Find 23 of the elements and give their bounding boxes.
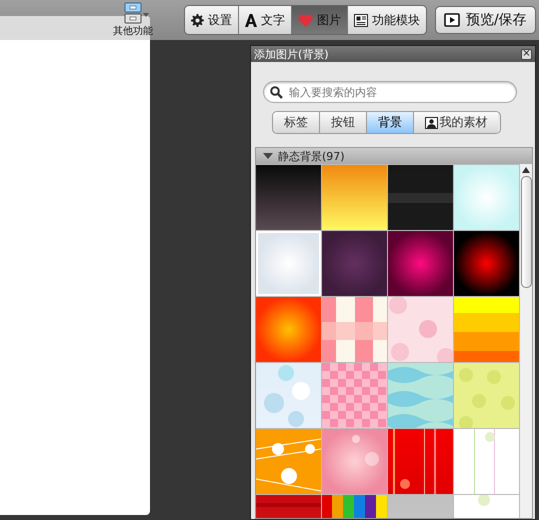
preview-save-button[interactable]: 预览/保存	[435, 6, 536, 34]
other-functions-button[interactable]: 其他功能	[108, 2, 158, 38]
category-tab[interactable]: 我的素材	[414, 112, 498, 133]
scrollbar[interactable]	[519, 164, 532, 518]
scroll-up-icon[interactable]	[522, 167, 530, 173]
toolbar-tab[interactable]: 文字	[239, 6, 292, 34]
layout-icon	[354, 14, 368, 26]
drawers-icon	[124, 2, 150, 24]
category-tab[interactable]: 按钮	[320, 112, 367, 133]
close-button[interactable]: ×	[521, 48, 532, 60]
heart-icon	[298, 14, 313, 26]
expand-arrow-icon	[263, 152, 273, 160]
category-tab[interactable]: 标签	[273, 112, 320, 133]
letter-a-icon	[245, 14, 257, 26]
section-header[interactable]: 静态背景(97)	[256, 148, 532, 164]
scroll-thumb[interactable]	[520, 176, 532, 288]
dialog-title: 添加图片(背景)	[254, 46, 329, 62]
category-tab[interactable]: 背景	[367, 112, 414, 133]
play-icon	[444, 13, 460, 27]
toolbar-tab[interactable]: 功能模块	[348, 6, 426, 34]
toolbar-tab[interactable]: 设置	[185, 6, 239, 34]
search-field[interactable]: 输入要搜索的内容	[263, 81, 517, 103]
gear-icon	[191, 14, 204, 26]
